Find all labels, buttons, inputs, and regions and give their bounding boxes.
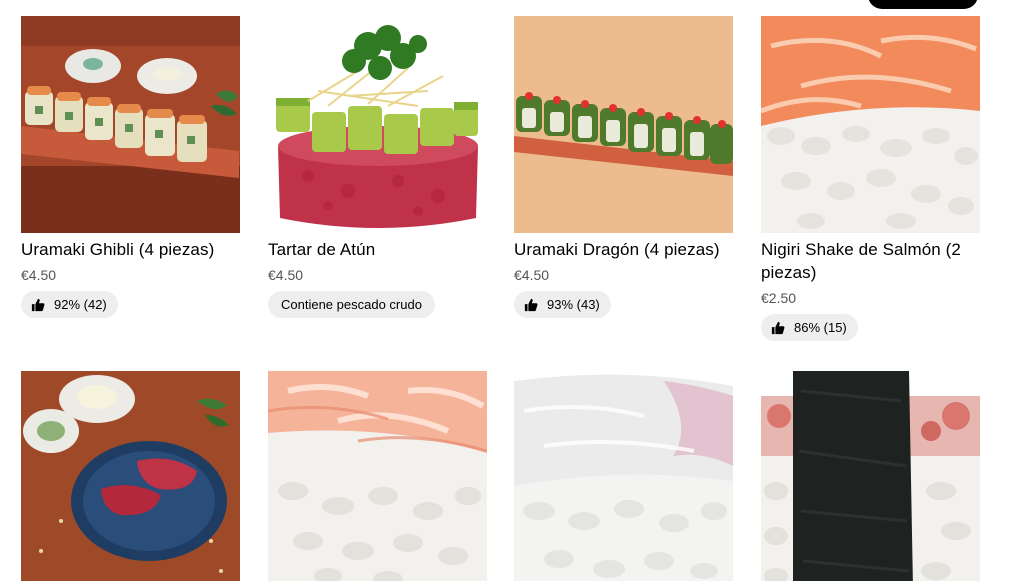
menu-item-card[interactable]: Uramaki Ghibli (4 piezas) €4.50 92% (42) xyxy=(21,16,241,318)
salmon-nigiri-photo xyxy=(761,16,980,233)
rating-badge: 86% (15) xyxy=(761,314,858,341)
rating-badge: 93% (43) xyxy=(514,291,611,318)
item-name: Uramaki Ghibli (4 piezas) xyxy=(21,240,215,259)
white-fish-nigiri-photo xyxy=(514,371,733,581)
rating-text: 86% (15) xyxy=(794,320,847,335)
thumbs-up-icon xyxy=(771,321,785,335)
shrimp-nigiri-photo xyxy=(268,371,487,581)
uramaki-ghibli-photo xyxy=(21,16,240,233)
thumbs-up-icon xyxy=(524,298,538,312)
menu-item-card[interactable] xyxy=(761,371,981,581)
item-name: Tartar de Atún xyxy=(268,240,376,259)
tuna-tartare-photo xyxy=(268,16,487,233)
rating-text: 92% (42) xyxy=(54,297,107,312)
item-price: €4.50 xyxy=(514,267,550,283)
item-name: Nigiri Shake de Salmón (2 piezas) xyxy=(761,240,961,282)
top-floating-button[interactable] xyxy=(868,0,978,9)
rating-text: 93% (43) xyxy=(547,297,600,312)
item-price: €2.50 xyxy=(761,290,797,306)
tuna-tataki-photo xyxy=(21,371,240,581)
menu-item-card[interactable] xyxy=(268,371,488,581)
item-price: €4.50 xyxy=(21,267,57,283)
rating-badge: 92% (42) xyxy=(21,291,118,318)
item-name: Uramaki Dragón (4 piezas) xyxy=(514,240,720,259)
menu-item-card[interactable]: Nigiri Shake de Salmón (2 piezas) €2.50 … xyxy=(761,16,981,341)
raw-fish-tag: Contiene pescado crudo xyxy=(268,291,435,318)
menu-item-card[interactable]: Tartar de Atún €4.50 Contiene pescado cr… xyxy=(268,16,488,318)
menu-item-card[interactable] xyxy=(514,371,734,581)
octopus-nigiri-photo xyxy=(761,371,980,581)
menu-item-card[interactable] xyxy=(21,371,241,581)
item-price: €4.50 xyxy=(268,267,304,283)
menu-item-card[interactable]: Uramaki Dragón (4 piezas) €4.50 93% (43) xyxy=(514,16,734,318)
uramaki-dragon-photo xyxy=(514,16,733,233)
thumbs-up-icon xyxy=(31,298,45,312)
